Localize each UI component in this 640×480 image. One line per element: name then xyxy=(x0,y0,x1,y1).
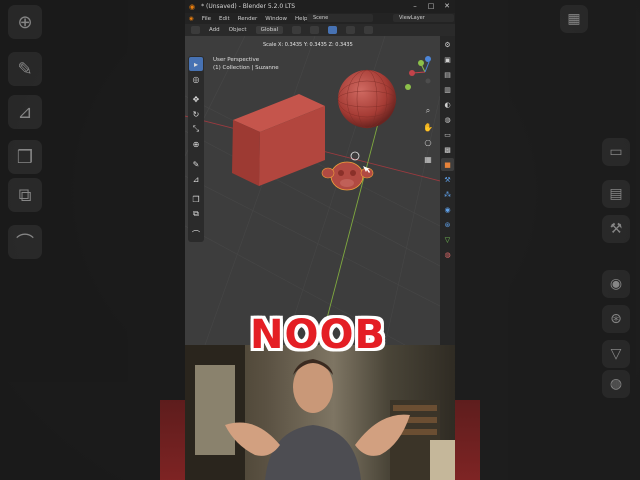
right-blur-data-icon: ▽ xyxy=(602,340,630,368)
3d-viewport[interactable]: Scale X: 0.3435 Y: 0.3435 Z: 0.3435 User… xyxy=(185,36,440,345)
properties-tabs: ⚙ ▣ ▤ ▥ ◐ ◍ ▭ ▩ ■ ⚒ ⁂ ◉ ⊛ ▽ ◍ xyxy=(440,36,455,345)
reaction-photo-drawing xyxy=(185,345,455,480)
minimize-button[interactable]: – xyxy=(407,0,423,13)
left-blur-transform-icon: ⧉ xyxy=(8,178,42,212)
maximize-button[interactable]: □ xyxy=(423,0,439,13)
annotate-tool-icon[interactable]: ✎ xyxy=(189,157,203,171)
transform-status: Scale X: 0.3435 Y: 0.3435 Z: 0.3435 xyxy=(263,42,353,48)
floor-grid xyxy=(185,36,440,345)
noob-caption: NOOB xyxy=(250,312,386,358)
navigation-gizmo[interactable] xyxy=(405,56,431,90)
right-blur-physics-icon: ◉ xyxy=(602,270,630,298)
right-blur-material-icon: ◍ xyxy=(602,370,630,398)
render-props-icon[interactable]: ▣ xyxy=(441,53,454,66)
menu-window[interactable]: Window xyxy=(265,16,287,22)
gizmo-toggle-icon[interactable] xyxy=(328,26,338,34)
material-props-icon[interactable]: ◍ xyxy=(441,248,454,261)
menu-help[interactable]: Help xyxy=(295,16,308,22)
y-axis-line xyxy=(319,115,381,345)
move-tool-icon[interactable]: ✥ xyxy=(189,92,203,106)
cube-object[interactable] xyxy=(232,94,325,186)
menu-edit[interactable]: Edit xyxy=(219,16,230,22)
rotate-tool-icon[interactable]: ↻ xyxy=(189,107,203,121)
view-layer-selector[interactable]: ViewLayer xyxy=(393,14,454,22)
collection-label: (1) Collection | Suzanne xyxy=(213,65,279,71)
left-blur-measure-icon: ⊿ xyxy=(8,95,42,129)
scale-tool-icon[interactable]: ⤡ xyxy=(189,122,203,136)
orientation-dropdown[interactable]: Global xyxy=(255,26,284,34)
snap-icon[interactable] xyxy=(310,26,320,34)
menu-render[interactable]: Render xyxy=(238,16,258,22)
3d-cursor-icon xyxy=(350,151,360,161)
lamp xyxy=(430,440,455,480)
scene-props-icon[interactable]: ◐ xyxy=(441,98,454,111)
add-object-tool-icon[interactable]: ⧉ xyxy=(189,207,203,221)
tool-props-icon[interactable]: ⚙ xyxy=(441,38,454,51)
right-blur-tool-icon: ▤ xyxy=(602,180,630,208)
ortho-grid-icon[interactable]: ▦ xyxy=(422,152,434,166)
menu-bar: ◉ File Edit Render Window Help Scene Vie… xyxy=(185,13,455,24)
app-menu-icon[interactable]: ◉ xyxy=(189,16,194,22)
camera-view-icon[interactable]: ⎔ xyxy=(422,136,434,150)
right-blur-wrench-icon: ⚒ xyxy=(602,215,630,243)
window-title: * (Unsaved) - Blender 5.2.0 LTS xyxy=(201,3,296,10)
curve-tool-icon[interactable]: ⌒ xyxy=(189,227,203,241)
viewport-nav-tools: ⌕ ✋ ⎔ ▦ xyxy=(422,104,434,168)
title-bar: ◉ * (Unsaved) - Blender 5.2.0 LTS – □ ✕ xyxy=(185,0,455,13)
texture-props-icon[interactable]: ▩ xyxy=(441,143,454,156)
cursor-tool-icon[interactable]: ◎ xyxy=(189,72,203,86)
transform-tool-icon[interactable]: ⊕ xyxy=(189,137,203,151)
shading-icon[interactable] xyxy=(364,26,374,34)
left-blur-add-cube-icon: ❒ xyxy=(8,140,42,174)
viewport-info: User Perspective (1) Collection | Suzann… xyxy=(213,56,279,72)
tool-shelf: ▸ ◎ ✥ ↻ ⤡ ⊕ ✎ ⊿ ❒ ⧉ ⌒ xyxy=(188,56,204,242)
blender-logo-icon: ◉ xyxy=(189,2,196,11)
particles-props-icon[interactable]: ⁂ xyxy=(441,188,454,201)
modifier-props-icon[interactable]: ⚒ xyxy=(441,173,454,186)
pivot-icon[interactable] xyxy=(292,26,302,34)
object-props-icon[interactable]: ■ xyxy=(441,158,454,171)
editor-type-icon[interactable] xyxy=(191,26,200,34)
right-blur-constraint-icon: ⊛ xyxy=(602,305,630,333)
right-blurred-panel: ▦ ▭ ▤ ⚒ ◉ ⊛ ▽ ◍ xyxy=(455,0,640,480)
blender-window: ◉ * (Unsaved) - Blender 5.2.0 LTS – □ ✕ … xyxy=(185,0,455,345)
close-button[interactable]: ✕ xyxy=(439,0,455,13)
menu-file[interactable]: File xyxy=(202,16,211,22)
measure-tool-icon[interactable]: ⊿ xyxy=(189,172,203,186)
shirt xyxy=(265,425,361,480)
add-cube-tool-icon[interactable]: ❒ xyxy=(189,192,203,206)
view-layer-props-icon[interactable]: ▥ xyxy=(441,83,454,96)
object-menu[interactable]: Object xyxy=(229,27,247,33)
add-menu[interactable]: Add xyxy=(209,27,220,33)
zoom-icon[interactable]: ⌕ xyxy=(422,104,434,118)
scene-selector[interactable]: Scene xyxy=(307,14,373,22)
left-blurred-panel: ⊕ ✎ ⊿ ❒ ⧉ ⌒ xyxy=(0,0,185,480)
overlay-icon[interactable] xyxy=(346,26,356,34)
data-props-icon[interactable]: ▽ xyxy=(441,233,454,246)
reaction-photo xyxy=(185,345,455,480)
left-blur-curve-icon: ⌒ xyxy=(8,225,42,259)
window xyxy=(195,365,235,455)
physics-props-icon[interactable]: ◉ xyxy=(441,203,454,216)
pan-hand-icon[interactable]: ✋ xyxy=(422,120,434,134)
constraint-props-icon[interactable]: ⊛ xyxy=(441,218,454,231)
right-blur-grid-icon: ▦ xyxy=(560,5,588,33)
right-blur-archive-icon: ▭ xyxy=(602,138,630,166)
viewport-scene xyxy=(185,36,440,345)
output-props-icon[interactable]: ▤ xyxy=(441,68,454,81)
sphere-object[interactable] xyxy=(338,70,396,128)
perspective-label: User Perspective xyxy=(213,57,260,63)
select-tool-icon[interactable]: ▸ xyxy=(189,57,203,71)
left-blur-gizmo-icon: ⊕ xyxy=(8,5,42,39)
collection-props-icon[interactable]: ▭ xyxy=(441,128,454,141)
world-props-icon[interactable]: ◍ xyxy=(441,113,454,126)
left-blur-annotate-icon: ✎ xyxy=(8,52,42,86)
suzanne-monkey-object[interactable] xyxy=(321,161,374,191)
